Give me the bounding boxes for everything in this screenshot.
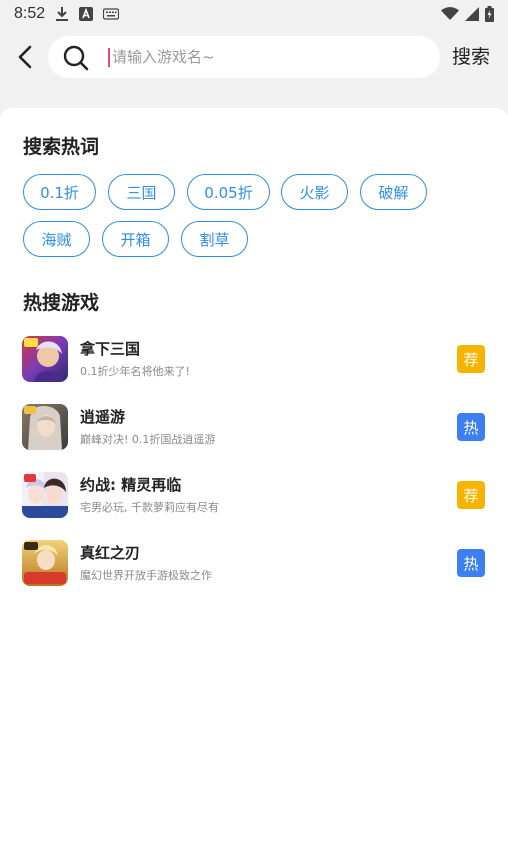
recommend-badge: 荐 (457, 345, 485, 373)
hot-word-tag[interactable]: 0.1折 (23, 174, 96, 210)
hot-word-tag[interactable]: 割草 (181, 221, 248, 257)
search-button[interactable]: 搜索 (452, 42, 490, 69)
hot-word-tag[interactable]: 开箱 (102, 221, 169, 257)
hot-word-tag[interactable]: 0.05折 (187, 174, 270, 210)
game-icon (22, 336, 68, 382)
search-input[interactable] (112, 36, 422, 78)
search-header: 搜索 (0, 34, 508, 80)
game-list-item[interactable]: 拿下三国 0.1折少年名将他来了! 荐 (0, 336, 508, 386)
game-icon (22, 472, 68, 518)
hot-word-tag[interactable]: 海贼 (23, 221, 90, 257)
hot-word-tag[interactable]: 火影 (281, 174, 348, 210)
game-icon (22, 540, 68, 586)
status-bar: 8:52 (0, 0, 508, 28)
game-desc: 巅峰对决! 0.1折国战逍遥游 (80, 433, 216, 446)
a-app-icon (79, 7, 94, 21)
keyboard-icon (103, 8, 120, 20)
hot-games-title: 热搜游戏 (23, 292, 100, 314)
game-desc: 宅男必玩, 千款萝莉应有尽有 (80, 501, 219, 514)
game-list-item[interactable]: 逍遥游 巅峰对决! 0.1折国战逍遥游 热 (0, 404, 508, 454)
back-arrow-icon (18, 45, 32, 69)
battery-icon (485, 6, 494, 22)
search-box[interactable] (48, 36, 440, 78)
game-icon (22, 404, 68, 450)
search-icon (63, 45, 89, 71)
back-button[interactable] (12, 42, 38, 72)
hot-badge: 热 (457, 549, 485, 577)
signal-icon (465, 7, 479, 21)
game-name: 逍遥游 (80, 408, 126, 426)
game-name: 拿下三国 (80, 340, 141, 358)
hot-words-title: 搜索热词 (23, 136, 100, 158)
hot-word-tag[interactable]: 破解 (360, 174, 427, 210)
game-name: 约战: 精灵再临 (80, 476, 182, 494)
hot-word-tag[interactable]: 三国 (108, 174, 175, 210)
wifi-icon (441, 7, 459, 21)
recommend-badge: 荐 (457, 481, 485, 509)
content-panel: 搜索热词 0.1折 三国 0.05折 火影 破解 海贼 开箱 割草 热搜游戏 拿… (0, 108, 508, 864)
status-time: 8:52 (14, 5, 46, 22)
game-name: 真红之刃 (80, 544, 141, 562)
game-list-item[interactable]: 真红之刃 魔幻世界开放手游极致之作 热 (0, 540, 508, 590)
game-list-item[interactable]: 约战: 精灵再临 宅男必玩, 千款萝莉应有尽有 荐 (0, 472, 508, 522)
game-desc: 0.1折少年名将他来了! (80, 365, 190, 378)
hot-badge: 热 (457, 413, 485, 441)
game-desc: 魔幻世界开放手游极致之作 (80, 569, 212, 582)
download-icon (55, 6, 69, 22)
text-caret (108, 48, 110, 67)
